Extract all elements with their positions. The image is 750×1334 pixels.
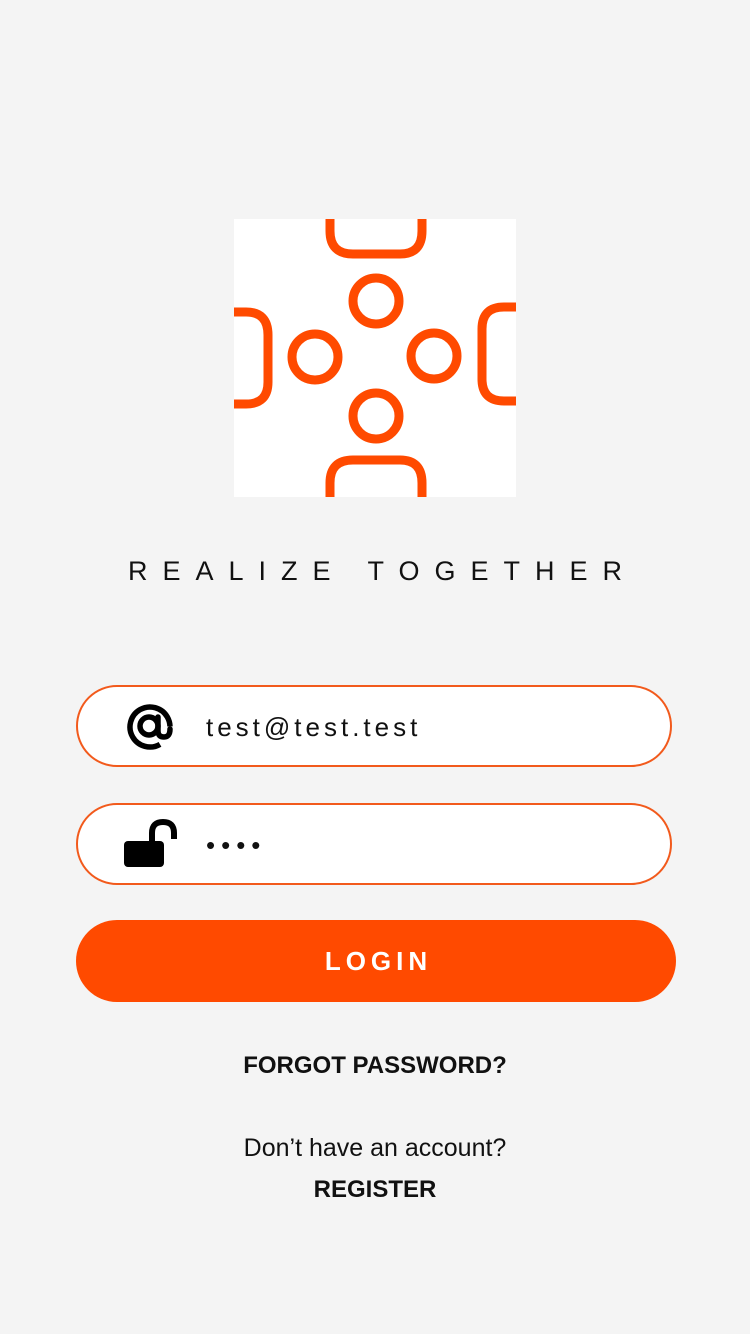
password-field[interactable] <box>76 803 672 885</box>
forgot-password-link[interactable]: FORGOT PASSWORD? <box>0 1052 750 1080</box>
brand-logo <box>234 219 516 497</box>
unlocked-padlock-icon <box>122 819 178 871</box>
password-input[interactable] <box>206 821 636 869</box>
register-link[interactable]: REGISTER <box>0 1176 750 1204</box>
login-button[interactable]: LOGIN <box>76 920 676 1002</box>
email-field[interactable] <box>76 685 672 767</box>
no-account-prompt: Don’t have an account? <box>243 1134 507 1162</box>
email-input[interactable] <box>206 703 636 751</box>
at-sign-icon <box>122 701 178 753</box>
logo-people-circle-icon <box>234 219 516 497</box>
brand-tagline: REALIZE TOGETHER <box>127 556 638 586</box>
